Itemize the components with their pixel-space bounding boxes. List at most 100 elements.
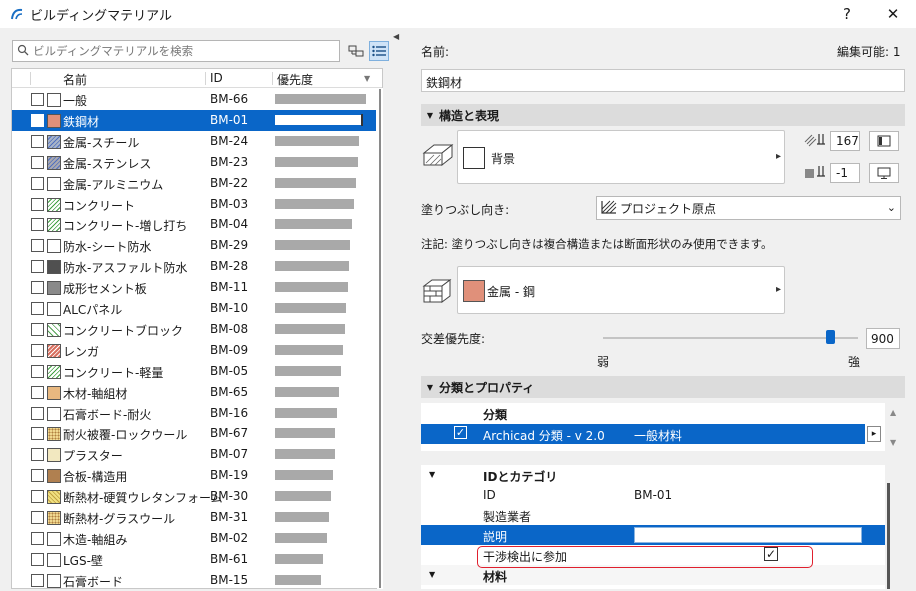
collapse-left-icon[interactable]: ◀ [393,32,399,41]
column-header-id[interactable]: ID [210,71,223,85]
row-checkbox[interactable] [31,155,44,169]
list-item[interactable]: 鉄鋼材 BM-01 [12,109,376,131]
priority-bar [275,386,339,397]
intersection-slider-thumb[interactable] [825,330,835,344]
list-item[interactable]: 木造-軸組み BM-02 [12,528,376,549]
row-checkbox[interactable] [31,364,44,378]
list-item[interactable]: 金属-アルミニウム BM-22 [12,173,376,194]
search-icon [13,44,33,59]
material-id: BM-03 [210,196,249,211]
list-item[interactable]: 合板-構造用 BM-19 [12,465,376,486]
list-scrollbar-thumb[interactable] [379,89,381,588]
list-item[interactable]: コンクリート-軽量 BM-05 [12,361,376,382]
material-name: 成形セメント板 [63,282,147,297]
row-checkbox[interactable] [31,239,44,253]
panel-splitter[interactable]: ◀ [392,28,400,589]
priority-bar [275,449,335,460]
list-item[interactable]: 石膏ボード-耐火 BM-16 [12,403,376,424]
list-item[interactable]: 耐火被覆-ロックウール BM-67 [12,423,376,444]
row-checkbox[interactable] [31,448,44,462]
surface-selector[interactable]: 金属 - 鋼 ▸ [457,266,785,314]
classification-checkbox[interactable]: ✓ [454,426,467,439]
list-item[interactable]: 木材-軸組材 BM-65 [12,382,376,403]
intersection-priority-field[interactable]: 900 [866,328,900,349]
row-checkbox[interactable] [31,113,44,127]
property-row[interactable]: ID BM-01 [421,485,885,505]
list-item[interactable]: コンクリート BM-03 [12,194,376,215]
properties-scrollbar[interactable] [887,483,890,589]
row-checkbox[interactable] [31,427,44,441]
list-item[interactable]: 一般 BM-66 [12,89,376,110]
row-checkbox[interactable] [31,343,44,357]
list-item[interactable]: プラスター BM-07 [12,444,376,465]
id-category-group[interactable]: ▼ IDとカテゴリ [421,465,885,485]
row-checkbox[interactable] [31,197,44,211]
list-item[interactable]: 断熱材-グラスウール BM-31 [12,507,376,528]
section-structure[interactable]: ▼ 構造と表現 [421,104,905,126]
list-item[interactable]: 金属-スチール BM-24 [12,131,376,152]
list-item[interactable]: コンクリート-増し打ち BM-04 [12,214,376,235]
material-name: コンクリート [63,198,136,213]
material-group[interactable]: ▼ 材料 [421,565,885,585]
chevron-right-icon: ▸ [776,151,782,162]
row-checkbox[interactable] [31,511,44,524]
row-checkbox[interactable] [31,302,44,315]
priority-bar [275,574,321,585]
row-checkbox[interactable] [31,490,44,504]
row-checkbox[interactable] [31,531,44,545]
row-checkbox[interactable] [31,469,44,483]
row-checkbox[interactable] [31,573,44,587]
row-checkbox[interactable] [31,281,44,295]
list-item[interactable]: LGS-壁 BM-61 [12,549,376,570]
description-input[interactable] [634,527,862,543]
property-value: BM-01 [634,488,673,502]
material-swatch [47,552,61,567]
background-pen-field[interactable]: -1 [830,163,860,183]
fill-pen-field[interactable]: 167 [830,131,860,151]
property-row[interactable]: 製造業者 [421,505,885,525]
list-item[interactable]: 断熱材-硬質ウレタンフォーム BM-30 [12,486,376,507]
column-header-priority[interactable]: 優先度 [277,71,313,88]
folder-view-button[interactable] [346,41,366,61]
column-header-name[interactable]: 名前 [63,71,87,88]
row-checkbox[interactable] [31,218,44,232]
cut-fill-selector[interactable]: 背景 ▸ [457,130,785,184]
intersection-slider-track[interactable] [603,337,858,339]
row-checkbox[interactable] [31,260,44,274]
row-checkbox[interactable] [31,385,44,399]
classification-row[interactable]: ✓ Archicad 分類 - v 2.0 一般材料 [421,424,865,444]
scroll-up-icon[interactable]: ▲ [890,408,896,417]
close-button[interactable]: ✕ [871,0,915,28]
list-item[interactable]: 成形セメント板 BM-11 [12,277,376,298]
property-label: 製造業者 [483,510,532,524]
search-box[interactable] [12,40,340,62]
list-item[interactable]: 防水-アスファルト防水 BM-28 [12,256,376,277]
list-view-button[interactable] [369,41,389,61]
name-field[interactable]: 鉄鋼材 [421,69,905,92]
display-button[interactable] [869,163,899,183]
list-scrollbar[interactable] [377,88,383,589]
list-item[interactable]: レンガ BM-09 [12,340,376,361]
search-input[interactable] [33,44,333,58]
row-checkbox[interactable] [31,322,44,336]
help-button[interactable]: ? [825,0,869,28]
row-checkbox[interactable] [31,93,44,106]
row-checkbox[interactable] [31,406,44,420]
row-checkbox[interactable] [31,176,44,190]
list-item[interactable]: 金属-ステンレス BM-23 [12,152,376,173]
row-checkbox[interactable] [31,134,44,148]
property-row-selected[interactable]: 説明 [421,525,885,545]
title-bar: ビルディングマテリアル ? ✕ [0,0,916,28]
row-checkbox[interactable] [31,552,44,566]
fill-orientation-dropdown[interactable]: プロジェクト原点 ⌄ [596,196,901,220]
scroll-down-icon[interactable]: ▼ [890,438,896,447]
section-classification[interactable]: ▼ 分類とプロパティ [421,376,905,398]
list-icon [372,45,386,57]
list-item[interactable]: ALCパネル BM-10 [12,298,376,319]
pen-color-button[interactable] [869,131,899,151]
list-item[interactable]: 防水-シート防水 BM-29 [12,235,376,256]
material-id: BM-24 [210,133,249,148]
list-item[interactable]: コンクリートブロック BM-08 [12,319,376,340]
classification-more-button[interactable]: ▸ [867,426,881,442]
list-item[interactable]: 石膏ボード BM-15 [12,570,376,591]
